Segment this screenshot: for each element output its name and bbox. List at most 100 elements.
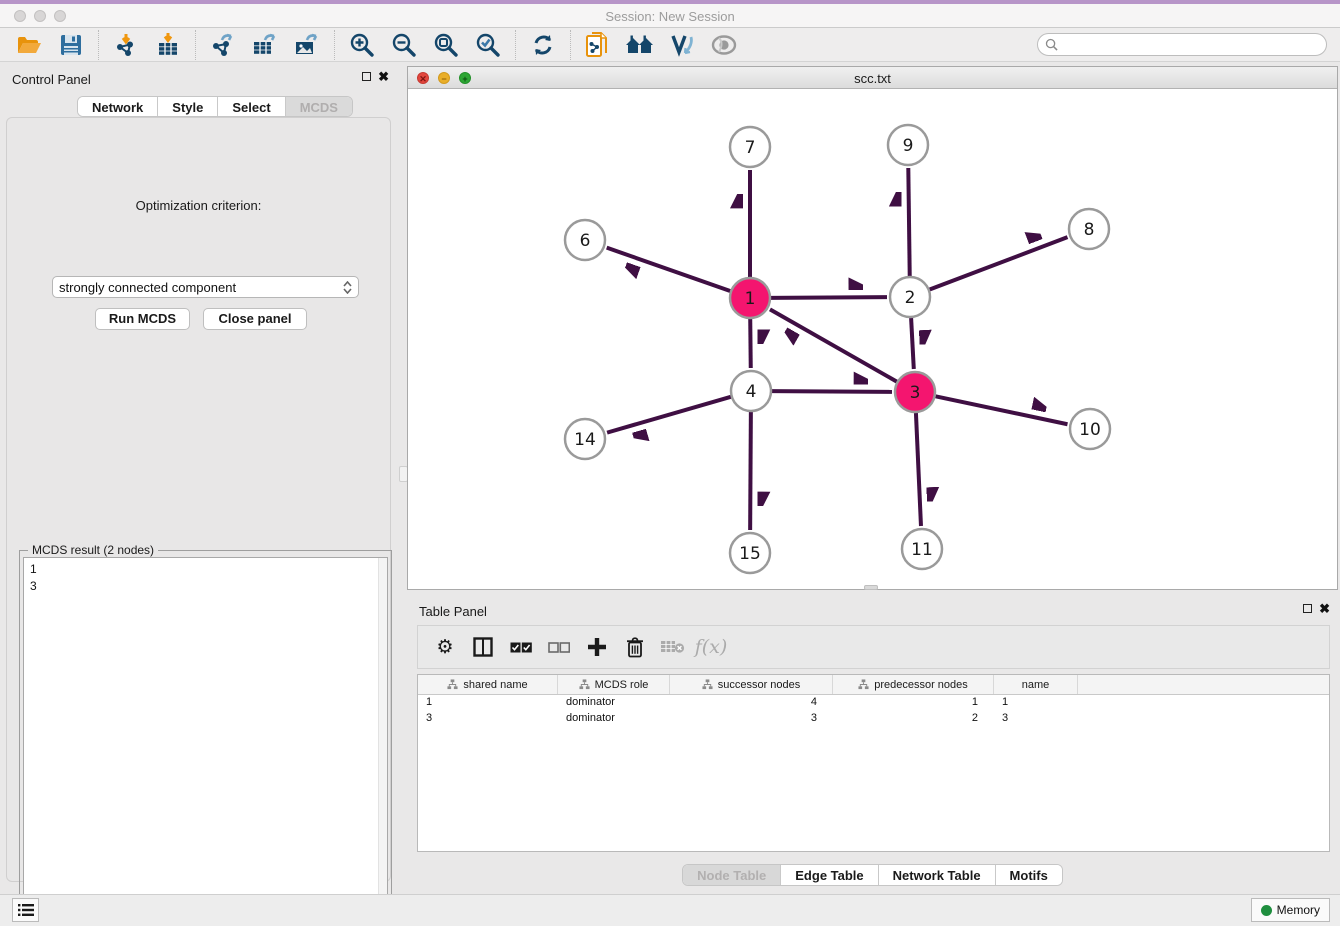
graph-node-9[interactable]: 9 [888, 125, 928, 165]
graph-node-10[interactable]: 10 [1070, 409, 1110, 449]
edge-2-8[interactable] [930, 237, 1068, 289]
edge-4-14[interactable] [607, 397, 731, 433]
zoom-selected-button[interactable] [471, 30, 505, 60]
tab-network-table[interactable]: Network Table [879, 865, 996, 885]
table-cell[interactable]: 4 [670, 695, 833, 711]
network-resize-grip[interactable] [864, 585, 878, 590]
export-table-button[interactable] [248, 30, 282, 60]
result-scrollbar[interactable] [378, 558, 387, 923]
edge-3-1[interactable] [770, 309, 897, 381]
export-image-button[interactable] [290, 30, 324, 60]
table-row[interactable]: 3dominator323 [418, 711, 1329, 727]
import-table-button[interactable] [151, 30, 185, 60]
column-header-MCDS-role[interactable]: MCDS role [558, 675, 670, 694]
graph-node-7[interactable]: 7 [730, 127, 770, 167]
search-field[interactable] [1037, 33, 1327, 56]
hierarchy-icon [702, 679, 713, 690]
show-style-button[interactable] [665, 30, 699, 60]
memory-button[interactable]: Memory [1251, 898, 1330, 922]
add-column-button[interactable] [580, 630, 614, 664]
column-header-predecessor-nodes[interactable]: predecessor nodes [833, 675, 994, 694]
network-window-titlebar[interactable]: ✕ − + scc.txt [408, 67, 1337, 89]
svg-text:1: 1 [745, 289, 756, 309]
deselect-all-button[interactable] [542, 630, 576, 664]
zoom-fit-button[interactable] [429, 30, 463, 60]
graph-node-6[interactable]: 6 [565, 220, 605, 260]
graph-node-14[interactable]: 14 [565, 419, 605, 459]
edge-1-6[interactable] [607, 248, 730, 291]
mcds-result-area[interactable]: 1 3 [23, 557, 388, 924]
tab-select[interactable]: Select [218, 97, 285, 116]
float-table-panel-icon[interactable] [1303, 604, 1312, 613]
edge-1-2[interactable] [771, 297, 887, 298]
export-network-button[interactable] [206, 30, 240, 60]
split-panel-button[interactable] [466, 630, 500, 664]
edge-2-3[interactable] [911, 318, 914, 369]
table-cell[interactable]: dominator [558, 711, 670, 727]
apply-layout-button[interactable] [526, 30, 560, 60]
clone-network-button[interactable] [581, 30, 615, 60]
float-panel-icon[interactable] [362, 72, 371, 81]
edge-1-4[interactable] [750, 319, 751, 368]
task-history-button[interactable] [12, 898, 39, 922]
delete-table-button[interactable] [656, 630, 690, 664]
network-canvas[interactable]: 1 2 3 4 6 7 8 9 10 11 14 15 [408, 89, 1337, 590]
table-row[interactable]: 1dominator411 [418, 695, 1329, 711]
hide-graphics-button[interactable] [707, 30, 741, 60]
column-header-shared-name[interactable]: shared name [418, 675, 558, 694]
close-table-panel-icon[interactable]: ✖ [1319, 603, 1330, 614]
clone-network-icon [585, 31, 611, 59]
save-icon [60, 34, 82, 56]
gear-icon: ⚙ [436, 636, 453, 658]
tab-edge-table[interactable]: Edge Table [781, 865, 878, 885]
column-header-name[interactable]: name [994, 675, 1078, 694]
graph-node-4[interactable]: 4 [731, 371, 771, 411]
table-settings-button[interactable]: ⚙ [428, 630, 462, 664]
edge-3-11[interactable] [916, 413, 921, 526]
optimization-criterion-select[interactable]: strongly connected component [52, 276, 359, 298]
select-all-button[interactable] [504, 630, 538, 664]
tab-style[interactable]: Style [158, 97, 218, 116]
table-cell[interactable]: 1 [994, 695, 1078, 711]
memory-status-icon [1261, 905, 1272, 916]
split-panel-icon [473, 637, 493, 657]
first-neighbors-button[interactable] [623, 30, 657, 60]
edge-4-3[interactable] [772, 391, 892, 392]
hierarchy-icon [858, 679, 869, 690]
table-cell[interactable]: dominator [558, 695, 670, 711]
table-cell[interactable]: 3 [994, 711, 1078, 727]
zoom-in-button[interactable] [345, 30, 379, 60]
save-session-button[interactable] [54, 30, 88, 60]
tab-network[interactable]: Network [78, 97, 158, 116]
edge-4-15[interactable] [750, 412, 751, 530]
tab-node-table[interactable]: Node Table [683, 865, 781, 885]
table-cell[interactable]: 1 [833, 695, 994, 711]
import-network-button[interactable] [109, 30, 143, 60]
delete-table-icon [661, 640, 685, 654]
column-header-successor-nodes[interactable]: successor nodes [670, 675, 833, 694]
zoom-out-button[interactable] [387, 30, 421, 60]
svg-text:10: 10 [1079, 420, 1101, 440]
edge-2-9[interactable] [908, 168, 909, 276]
graph-node-11[interactable]: 11 [902, 529, 942, 569]
graph-node-3[interactable]: 3 [895, 372, 935, 412]
graph-node-1[interactable]: 1 [730, 278, 770, 318]
table-cell[interactable]: 2 [833, 711, 994, 727]
graph-node-2[interactable]: 2 [890, 277, 930, 317]
tab-mcds[interactable]: MCDS [286, 97, 352, 116]
tab-motifs[interactable]: Motifs [996, 865, 1062, 885]
table-cell[interactable]: 3 [418, 711, 558, 727]
function-builder-button[interactable]: f(x) [694, 630, 728, 664]
table-cell[interactable]: 1 [418, 695, 558, 711]
delete-column-button[interactable] [618, 630, 652, 664]
open-folder-icon [16, 34, 42, 56]
table-cell[interactable]: 3 [670, 711, 833, 727]
close-panel-icon[interactable]: ✖ [378, 71, 389, 82]
graph-node-15[interactable]: 15 [730, 533, 770, 573]
graph-node-8[interactable]: 8 [1069, 209, 1109, 249]
close-panel-button[interactable]: Close panel [203, 308, 307, 330]
open-session-button[interactable] [12, 30, 46, 60]
search-input[interactable] [1058, 38, 1326, 52]
run-mcds-button[interactable]: Run MCDS [95, 308, 190, 330]
edge-3-10[interactable] [936, 396, 1068, 424]
